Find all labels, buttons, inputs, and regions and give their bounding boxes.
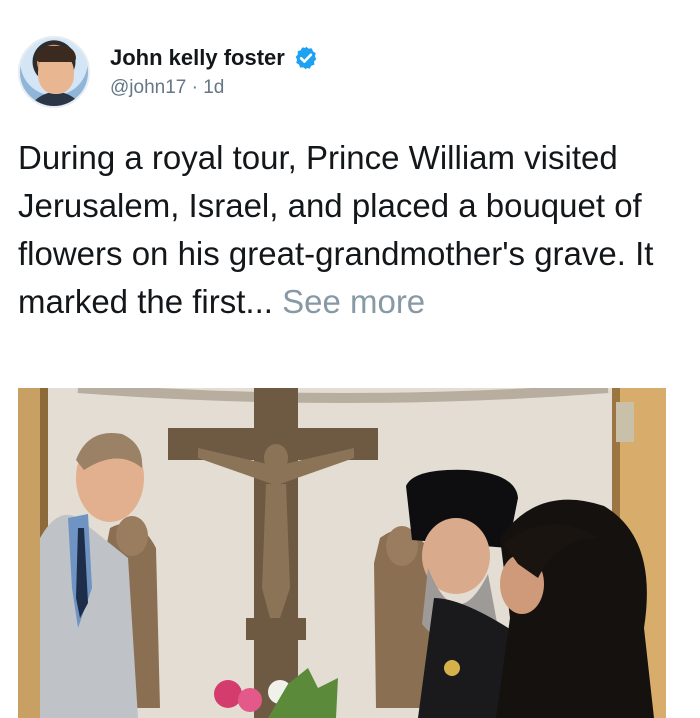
- tweet-header: John kelly foster @john17 · 1d: [18, 36, 319, 108]
- author-meta: John kelly foster @john17 · 1d: [110, 45, 319, 99]
- meta-separator: ·: [186, 77, 204, 98]
- verified-badge-icon: [295, 46, 317, 70]
- author-handle[interactable]: @john17: [110, 77, 186, 98]
- avatar[interactable]: [18, 36, 90, 108]
- photo-image: [18, 388, 666, 718]
- handle-row: @john17 · 1d: [110, 77, 319, 99]
- see-more-link[interactable]: See more: [282, 283, 425, 320]
- avatar-hair: [36, 46, 76, 62]
- tweet-body: During a royal tour, Prince William visi…: [18, 134, 688, 326]
- avatar-shirt: [26, 92, 86, 106]
- name-row: John kelly foster: [110, 45, 319, 71]
- author-name[interactable]: John kelly foster: [110, 45, 285, 71]
- tweet-media-photo[interactable]: [18, 388, 666, 718]
- tweet-time[interactable]: 1d: [203, 77, 224, 98]
